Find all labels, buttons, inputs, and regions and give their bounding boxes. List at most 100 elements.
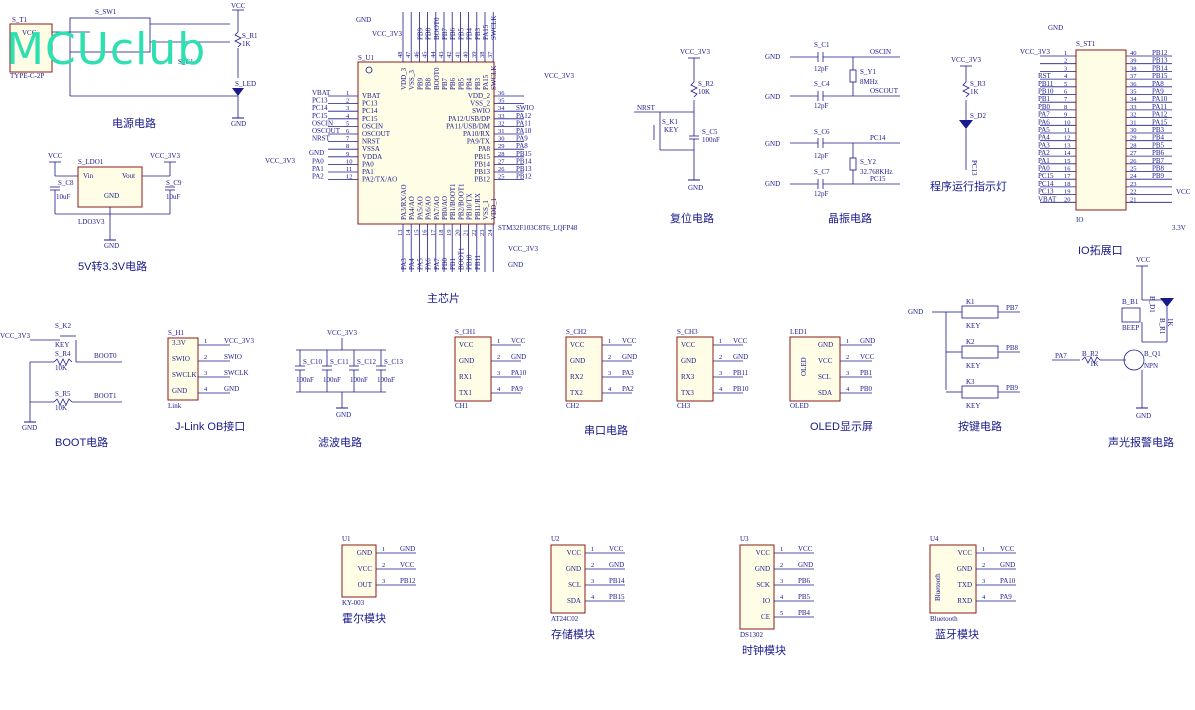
mcu-pin-top-1: VSS_3 (408, 70, 416, 90)
io-pinnum-right-2: 38 (1130, 65, 1137, 72)
module-pin-0-1: VCC (358, 565, 373, 573)
boot-boot0: BOOT0 (94, 352, 117, 360)
io-pinnum-left-10: 11 (1064, 127, 1070, 134)
crystal-c6: S_C6 (814, 128, 830, 136)
mcu-vcc-bottom: VCC_3V3 (508, 245, 538, 253)
indicator-vcc: VCC_3V3 (951, 56, 981, 64)
uart-net-1-1: GND (622, 353, 637, 361)
mcu-pin-top-8: PB4 (466, 77, 474, 90)
module-net-3-2: PA10 (1000, 577, 1016, 585)
mcu-pinnum-bottom-8: 21 (463, 230, 470, 237)
io-pinnum-right-0: 40 (1130, 50, 1137, 57)
uart-pin-0-1: GND (459, 357, 474, 365)
uart-pinnum-0-0: 1 (497, 338, 500, 345)
uart-net-0-2: PA10 (511, 369, 527, 377)
title-mcu: 主芯片 (427, 291, 460, 305)
module-pinnum-0-2: 3 (382, 578, 385, 585)
key-ref-1: K2 (966, 338, 975, 346)
key-ref-2: K3 (966, 378, 975, 386)
crystal-gnd-1: GND (765, 53, 780, 61)
mcu-net-bottom-4: PA7 (433, 258, 441, 270)
module-pin-3-3: RXD (957, 597, 972, 605)
mcu-pinnum-bottom-3: 16 (422, 229, 429, 236)
crystal-pc15: PC15 (870, 175, 886, 183)
module-pin-0-2: OUT (358, 581, 373, 589)
indicator-pc13: PC13 (970, 160, 978, 176)
mcu-pinnum-top-10: 38 (479, 52, 486, 59)
io-pinnum-left-14: 15 (1064, 158, 1071, 165)
io-ref: S_ST1 (1076, 40, 1096, 48)
key-switch-2[interactable] (961, 385, 999, 399)
mcu-pinnum-bottom-11: 24 (487, 229, 494, 236)
boot-key: KEY (55, 341, 69, 349)
module-net-1-1: GND (609, 561, 624, 569)
mcu-net-top-10: PA15 (482, 24, 490, 40)
reset-r2: S_R2 (698, 80, 714, 88)
module-pin-2-1: GND (755, 565, 770, 573)
ldo-c9-val: 10uF (166, 193, 181, 201)
mcu-pinnum-right-0: 36 (498, 90, 505, 97)
io-pinnum-right-18: 22 (1130, 189, 1137, 196)
mcu-net-left-6: NRST (312, 135, 331, 143)
oled-pin-1: VCC (818, 357, 833, 365)
crystal-c4-val: 12pF (814, 102, 829, 110)
uart-pin-0-3: TX1 (459, 389, 472, 397)
power-led: S_LED (235, 80, 256, 88)
mcu-net-bottom-7: BOOT1 (457, 247, 465, 270)
mcu-pinnum-top-9: 39 (471, 52, 478, 59)
jlink-ref: S_H1 (168, 329, 184, 337)
uart-pinnum-2-0: 1 (719, 338, 722, 345)
uart-pin-1-0: VCC (570, 341, 585, 349)
mcu-net-right-11: PB12 (516, 173, 532, 181)
io-pinnum-left-18: 19 (1064, 189, 1071, 196)
mcu-net-top-8: PB4 (466, 27, 474, 40)
oled-pin-3: SDA (818, 389, 832, 397)
mcu-pin-top-5: PB7 (441, 77, 449, 90)
ldo-c8-val: 10uF (56, 193, 71, 201)
io-pinnum-right-11: 29 (1130, 135, 1137, 142)
key-label-1: KEY (966, 362, 980, 370)
module-net-2-0: VCC (798, 545, 813, 553)
oled-net-0: GND (860, 337, 875, 345)
ldo-vcc-out: VCC_3V3 (150, 152, 180, 160)
uart-net-2-0: VCC (733, 337, 748, 345)
boot-k2: S_K2 (55, 322, 71, 330)
io-vcc: VCC_3V3 (1020, 48, 1050, 56)
key-net-1: PB8 (1006, 344, 1019, 352)
filter-cap-val-0: 100nF (296, 376, 314, 384)
jlink-pin-0: 3.3V (172, 339, 186, 347)
mcu-pinnum-bottom-9: 22 (471, 230, 478, 237)
title-storage: 存储模块 (551, 627, 595, 641)
keys-gnd: GND (908, 308, 923, 316)
indicator-r3: S_R3 (970, 80, 986, 88)
io-pinnum-right-13: 27 (1130, 150, 1137, 157)
module-net-3-3: PA9 (1000, 593, 1012, 601)
module-pinnum-2-0: 1 (780, 546, 783, 553)
module-pin-3-2: TXD (958, 581, 972, 589)
mcu-pinnum-right-2: 34 (498, 105, 505, 112)
io-net-right-16: PB9 (1152, 172, 1165, 180)
filter-cap-val-3: 100nF (377, 376, 395, 384)
mcu-pinnum-top-7: 41 (454, 52, 461, 59)
mcu-gnd-bottom: GND (508, 261, 523, 269)
key-switch-1[interactable] (961, 345, 999, 359)
uart-pin-0-0: VCC (459, 341, 474, 349)
crystal-oscout: OSCOUT (870, 87, 899, 95)
oled-inner: OLED (800, 357, 808, 376)
mcu-pinnum-top-8: 40 (463, 52, 470, 59)
jlink-pin-1: SWIO (172, 355, 190, 363)
oled-net-3: PB0 (860, 385, 873, 393)
key-switch-0[interactable] (961, 305, 999, 319)
uart-net-0-0: VCC (511, 337, 526, 345)
crystal-oscin: OSCIN (870, 48, 891, 56)
mcu-pin-bottom-2: PA5/AO (416, 196, 424, 220)
power-r1: S_R1 (242, 32, 258, 40)
oled-net-2: PB1 (860, 369, 873, 377)
alarm-npn: NPN (1144, 362, 1158, 370)
mcu-pinnum-right-8: 28 (498, 151, 505, 158)
crystal-c6-val: 12pF (814, 152, 829, 160)
jlink-pinnum-1: 2 (204, 354, 207, 361)
crystal-y2: S_Y2 (860, 158, 876, 166)
jlink-header: S_H1 3.3V 1 VCC_3V3 SWIO 2 SWIO SWCLK 3 SWCLK GND… (167, 329, 254, 410)
module-net-2-4: PB4 (798, 609, 811, 617)
